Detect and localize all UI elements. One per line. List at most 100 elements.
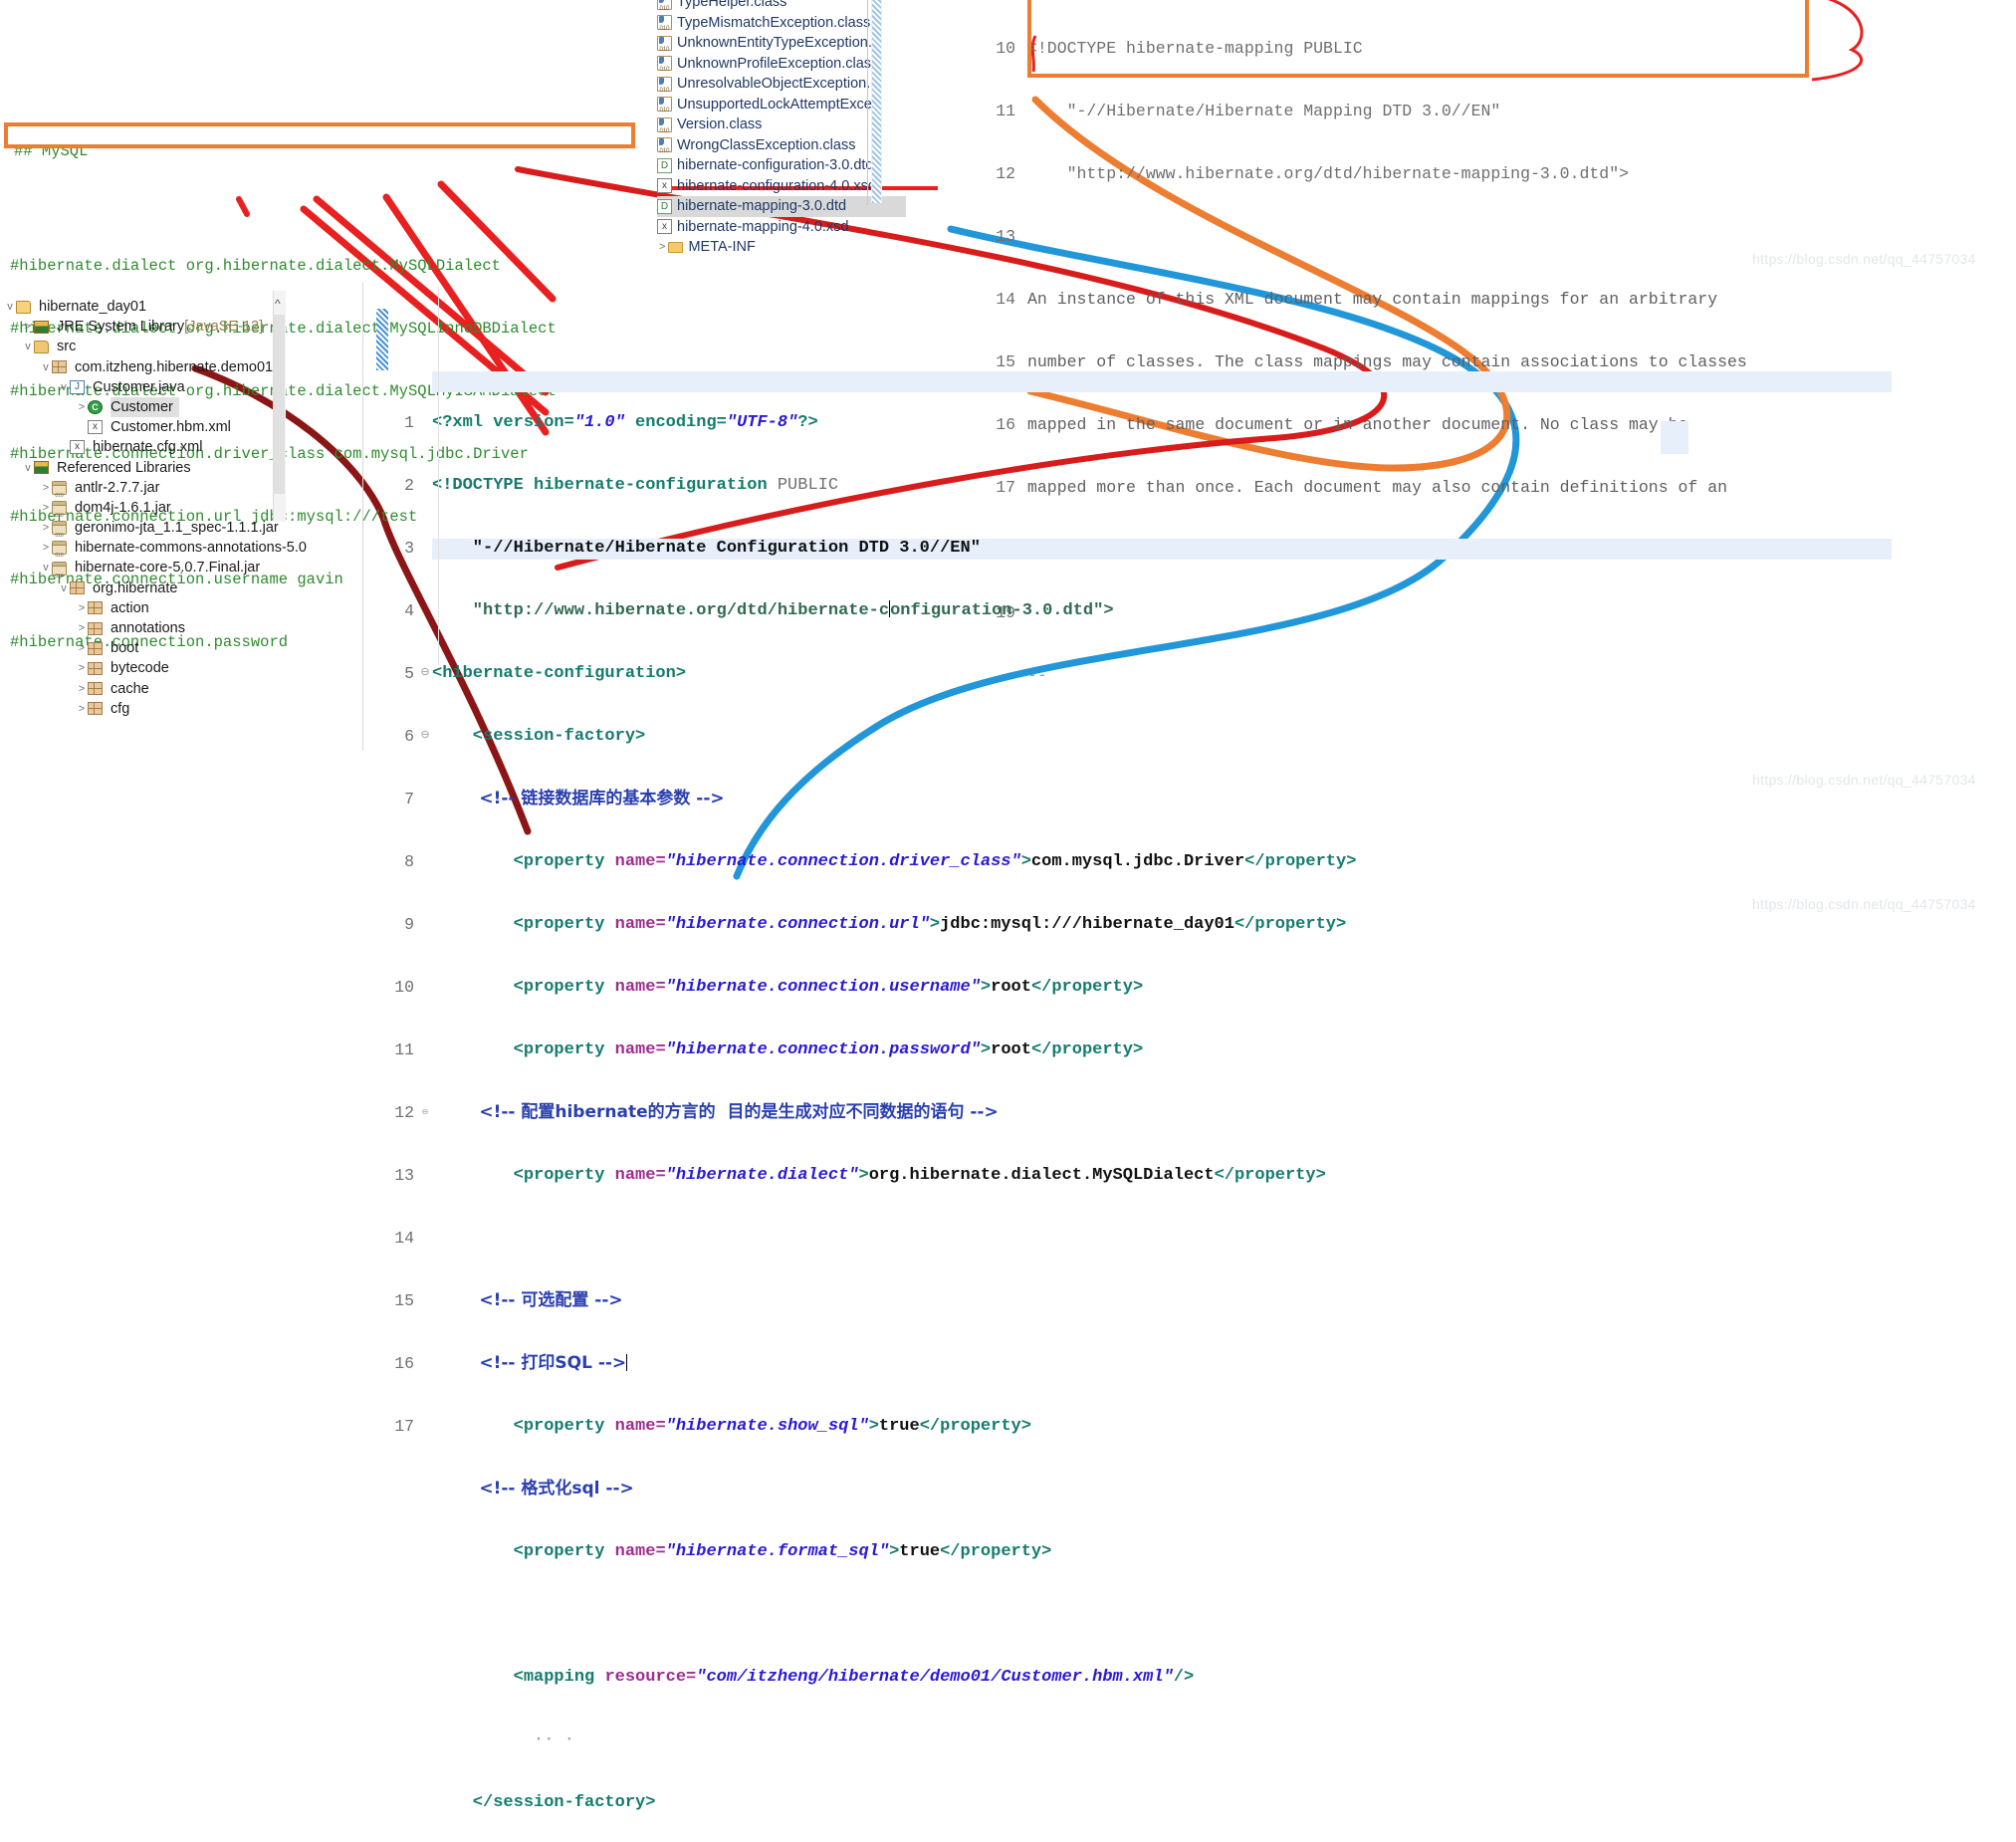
fold-toggle-icon[interactable]: ⊖ xyxy=(418,1102,432,1123)
project-icon xyxy=(16,300,31,314)
tree-item-java-class[interactable]: > Customer xyxy=(0,396,368,418)
tree-item-src[interactable]: v src xyxy=(0,337,368,356)
tree-item-cfg-xml[interactable]: hibernate.cfg.xml xyxy=(0,437,368,457)
editor-line-text: <property name="hibernate.connection.dri… xyxy=(432,852,1357,871)
tree-item-jar[interactable]: > dom4j-1.6.1.jar xyxy=(0,498,368,526)
tree-item-project[interactable]: v hibernate_day01 xyxy=(0,297,368,317)
chevron-up-icon[interactable]: ^ xyxy=(275,294,281,314)
chevron-right-icon[interactable]: > xyxy=(40,498,52,518)
editor-line[interactable]: 8 <property name="hibernate.connection.d… xyxy=(378,851,1892,872)
chevron-right-icon[interactable]: > xyxy=(76,699,88,719)
tree-item-jar[interactable]: > hibernate-commons-annotations-5.0 xyxy=(0,538,368,566)
xml-editor[interactable]: 1 <?xml version="1.0" encoding="UTF-8"?>… xyxy=(362,283,1892,1842)
editor-line[interactable]: 12 ⊖ <!-- 配置hibernate的方言的 目的是生成对应不同数据的语句 … xyxy=(378,1102,1892,1123)
editor-line[interactable]: 5 ⊖ <hibernate-configuration> xyxy=(378,663,1892,684)
list-item[interactable]: Version.class xyxy=(657,115,906,135)
editor-line-active[interactable]: 16 <!-- 打印SQL --> xyxy=(378,1353,1892,1374)
chevron-right-icon[interactable]: > xyxy=(40,538,52,558)
chevron-down-icon[interactable]: v xyxy=(40,558,52,577)
class-file-icon xyxy=(657,56,672,74)
list-item[interactable]: hibernate-configuration-4.0.xsd xyxy=(657,176,906,197)
line-number: 7 xyxy=(404,790,414,808)
tree-item-label: hibernate_day01 xyxy=(39,299,147,315)
package-explorer-tree[interactable]: ^ v hibernate_day01 > JRE System Library… xyxy=(0,291,368,719)
list-item[interactable]: UnsupportedLockAttemptExce xyxy=(657,95,906,115)
editor-line[interactable]: 2 <!DOCTYPE hibernate-configuration PUBL… xyxy=(378,475,1892,496)
fold-toggle-icon[interactable]: ⊖ xyxy=(418,663,432,684)
chevron-down-icon[interactable]: v xyxy=(4,297,16,317)
editor-line-text: <!-- 配置hibernate的方言的 目的是生成对应不同数据的语句 --> xyxy=(432,1102,999,1122)
jar-file-browser-list[interactable]: TypeHelper.class TypeMismatchException.c… xyxy=(657,0,906,258)
tree-item-jre-library[interactable]: > JRE System Library [JavaSE-12] xyxy=(0,317,368,337)
list-item[interactable]: UnknownEntityTypeException.c xyxy=(657,33,906,54)
chevron-down-icon[interactable]: v xyxy=(40,357,52,377)
editor-line-active[interactable]: 4 "http://www.hibernate.org/dtd/hibernat… xyxy=(378,600,1892,621)
tree-item-jar[interactable]: > geronimo-jta_1.1_spec-1.1.1.jar xyxy=(0,518,368,546)
package-icon xyxy=(52,360,67,374)
list-item-selected[interactable]: hibernate-mapping-3.0.dtd xyxy=(657,196,906,217)
fold-toggle-icon[interactable]: ⊖ xyxy=(418,726,432,747)
tree-item-hbm-xml[interactable]: Customer.hbm.xml xyxy=(0,417,368,437)
editor-line-text: <property name="hibernate.connection.pas… xyxy=(432,1040,1144,1059)
list-item[interactable]: hibernate-configuration-3.0.dtd xyxy=(657,155,906,176)
list-item[interactable]: > META-INF xyxy=(657,237,906,258)
chevron-right-icon[interactable]: > xyxy=(76,638,88,658)
editor-line[interactable]: 13 <property name="hibernate.dialect">or… xyxy=(378,1165,1892,1186)
chevron-right-icon[interactable]: > xyxy=(76,598,88,618)
editor-line[interactable]: ·· · xyxy=(378,1729,1892,1750)
chevron-right-icon[interactable]: > xyxy=(40,478,52,498)
editor-line[interactable]: </session-factory> xyxy=(378,1792,1892,1813)
editor-line-text: "http://www.hibernate.org/dtd/hibernate-… xyxy=(432,600,1114,620)
editor-line[interactable]: 14 xyxy=(378,1228,1892,1249)
list-item[interactable]: hibernate-mapping-4.0.xsd xyxy=(657,217,906,238)
tree-item-referenced-libraries[interactable]: v Referenced Libraries xyxy=(0,458,368,478)
file-list-scrollbar-thumb[interactable] xyxy=(872,0,881,203)
editor-line[interactable]: 17 <property name="hibernate.show_sql">t… xyxy=(378,1416,1892,1437)
tree-item-jar-expanded[interactable]: v hibernate-core-5.0.7.Final.jar xyxy=(0,558,368,585)
line-number: 16 xyxy=(394,1354,414,1373)
chevron-right-icon[interactable]: > xyxy=(76,658,88,678)
chevron-down-icon[interactable]: v xyxy=(22,458,34,478)
tree-item-package[interactable]: > cache xyxy=(0,679,368,699)
package-icon xyxy=(88,621,103,635)
editor-line[interactable]: 7 <!-- 链接数据库的基本参数 --> xyxy=(378,789,1892,809)
tree-item-package[interactable]: > bytecode xyxy=(0,658,368,678)
tree-item-java-file[interactable]: v Customer.java xyxy=(0,377,368,397)
tree-item-package[interactable]: > boot xyxy=(0,638,368,658)
code-line: 12 "http://www.hibernate.org/dtd/hiberna… xyxy=(986,163,2016,184)
chevron-right-icon[interactable]: > xyxy=(76,618,88,638)
orange-highlight-doctype xyxy=(1027,0,1809,78)
java-file-icon xyxy=(70,379,85,394)
tree-scrollbar-thumb[interactable] xyxy=(274,315,285,494)
chevron-down-icon[interactable]: v xyxy=(22,337,34,356)
editor-line[interactable]: 6 ⊖ <session-factory> xyxy=(378,726,1892,747)
list-item[interactable]: TypeHelper.class xyxy=(657,0,906,13)
editor-line-text: </session-factory> xyxy=(432,1793,656,1812)
class-file-icon xyxy=(657,15,672,33)
chevron-down-icon[interactable]: v xyxy=(58,377,70,397)
tree-item-package[interactable]: > cfg xyxy=(0,699,368,719)
list-item[interactable]: WrongClassException.class xyxy=(657,135,906,155)
tree-item-package[interactable]: > action xyxy=(0,598,368,618)
editor-line[interactable]: 15 <!-- 可选配置 --> xyxy=(378,1290,1892,1311)
list-item[interactable]: UnknownProfileException.class xyxy=(657,54,906,74)
tree-item-jar[interactable]: > antlr-2.7.7.jar xyxy=(0,478,368,506)
list-item[interactable]: UnresolvableObjectException.c xyxy=(657,74,906,95)
chevron-right-icon[interactable]: > xyxy=(76,397,88,417)
editor-line[interactable]: 10 <property name="hibernate.connection.… xyxy=(378,977,1892,998)
editor-line[interactable]: <mapping resource="com/itzheng/hibernate… xyxy=(378,1667,1892,1688)
editor-line[interactable]: 3 "-//Hibernate/Hibernate Configuration … xyxy=(378,538,1892,559)
tree-item-package[interactable]: > annotations xyxy=(0,618,368,638)
editor-line[interactable]: <property name="hibernate.format_sql">tr… xyxy=(378,1541,1892,1562)
editor-line[interactable]: 9 <property name="hibernate.connection.u… xyxy=(378,914,1892,935)
editor-line[interactable]: 1 <?xml version="1.0" encoding="UTF-8"?> xyxy=(378,412,1892,433)
chevron-right-icon[interactable]: > xyxy=(40,518,52,538)
editor-line[interactable] xyxy=(378,1604,1892,1625)
editor-line-text: <hibernate-configuration> xyxy=(432,664,687,683)
tree-item-package[interactable]: v com.itzheng.hibernate.demo01 xyxy=(0,357,368,377)
editor-line[interactable]: <!-- 格式化sql --> xyxy=(378,1479,1892,1499)
list-item[interactable]: TypeMismatchException.class xyxy=(657,13,906,33)
chevron-right-icon[interactable]: > xyxy=(76,679,88,699)
chevron-right-icon[interactable]: > xyxy=(22,317,34,337)
editor-line[interactable]: 11 <property name="hibernate.connection.… xyxy=(378,1039,1892,1060)
